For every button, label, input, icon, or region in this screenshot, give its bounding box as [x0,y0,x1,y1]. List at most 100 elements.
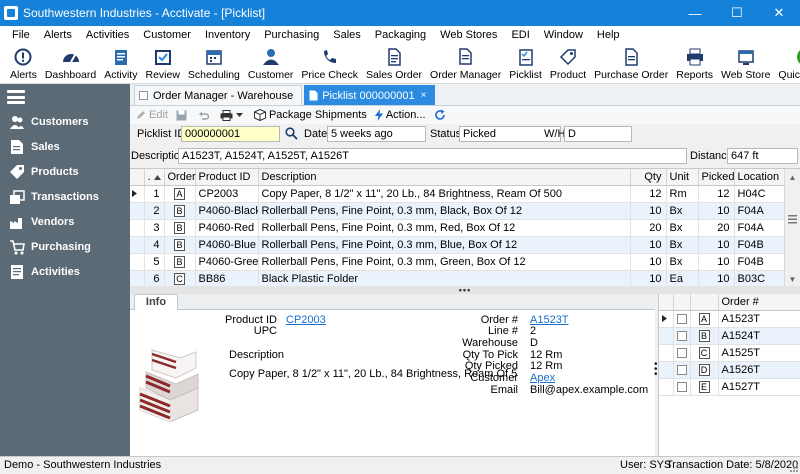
tab-checkbox[interactable] [139,91,148,100]
picked-cell[interactable]: 10 [698,270,735,286]
location-cell[interactable]: F04B [734,236,785,254]
table-row[interactable]: 4 B P4060-Blue Rollerball Pens, Fine Poi… [130,236,785,254]
order-checkbox[interactable] [676,364,687,375]
order-number-cell[interactable]: A1523T [718,310,800,328]
close-button[interactable]: ✕ [758,0,800,26]
picked-cell[interactable]: 10 [698,253,735,271]
toolbar-activity-button[interactable]: Activity [100,44,141,84]
toolbar-sales-order-button[interactable]: Sales Order [362,44,426,84]
menu-inventory[interactable]: Inventory [199,29,258,41]
order-number-cell[interactable]: A1527T [718,378,800,396]
product-id-cell[interactable]: BB86 [195,270,259,286]
description-cell[interactable]: Rollerball Pens, Fine Point, 0.3 mm, Bla… [258,202,631,220]
close-tab-icon[interactable]: × [421,90,427,101]
checkbox-cell[interactable] [673,327,691,345]
toolbar-customer-button[interactable]: Customer [244,44,298,84]
toolbar-scheduling-button[interactable]: Scheduling [184,44,244,84]
sidebar-item-activities[interactable]: Activities [0,261,130,283]
order-checkbox[interactable] [676,381,687,392]
menu-purchasing[interactable]: Purchasing [258,29,327,41]
qty-cell[interactable]: 20 [630,219,667,237]
unit-cell[interactable]: Bx [666,202,699,220]
table-row[interactable]: 2 B P4060-Black Rollerball Pens, Fine Po… [130,202,785,220]
checkbox-cell[interactable] [673,344,691,362]
unit-cell[interactable]: Bx [666,253,699,271]
toolbar-alerts-button[interactable]: Alerts [6,44,41,84]
order-number-cell[interactable]: A1526T [718,361,800,379]
picked-cell[interactable]: 20 [698,219,735,237]
distance-field[interactable]: 647 ft [727,148,798,164]
action-menu-button[interactable]: Action... [374,109,426,121]
save-button[interactable] [176,110,190,121]
panel-splitter[interactable]: ••• [130,285,800,295]
location-cell[interactable]: F04B [734,253,785,271]
menu-customer[interactable]: Customer [137,29,199,41]
date-field[interactable]: 5 weeks ago [327,126,426,142]
edit-button[interactable]: Edit [136,109,168,121]
column-header-description[interactable]: Description [258,169,631,186]
unit-cell[interactable]: Bx [666,219,699,237]
qty-cell[interactable]: 10 [630,236,667,254]
table-row[interactable]: B A1524T [659,327,800,345]
info-product-id-link[interactable]: CP2003 [286,314,326,326]
location-cell[interactable]: H04C [734,185,785,203]
qty-cell[interactable]: 12 [630,185,667,203]
table-row[interactable]: C A1525T [659,344,800,362]
product-id-cell[interactable]: P4060-Red [195,219,259,237]
checkbox-cell[interactable] [673,361,691,379]
maximize-button[interactable]: ☐ [716,0,758,26]
column-header-sort[interactable]: . [144,169,165,186]
description-cell[interactable]: Copy Paper, 8 1/2" x 11", 20 Lb., 84 Bri… [258,185,631,203]
order-number-cell[interactable]: A1525T [718,344,800,362]
order-checkbox[interactable] [676,330,687,341]
menu-sales[interactable]: Sales [327,29,369,41]
checkbox-cell[interactable] [673,310,691,328]
column-header-picked[interactable]: Picked [698,169,735,186]
undo-button[interactable] [198,110,212,121]
order-checkbox[interactable] [676,313,687,324]
toolbar-review-button[interactable]: Review [141,44,183,84]
resize-grip-icon[interactable] [790,463,798,472]
picklist-id-field[interactable]: 000000001 [181,126,280,142]
table-row[interactable]: 5 B P4060-Green Rollerball Pens, Fine Po… [130,253,785,271]
sidebar-item-purchasing[interactable]: Purchasing [0,236,130,258]
scrollbar-thumb[interactable] [788,209,797,229]
search-icon[interactable] [285,127,298,140]
description-field[interactable]: A1523T, A1524T, A1525T, A1526T [178,148,687,164]
menu-window[interactable]: Window [538,29,591,41]
grid-vertical-scrollbar[interactable]: ▲ ▼ [784,169,800,286]
tab-picklist[interactable]: Picklist 000000001 × [304,85,436,105]
menu-packaging[interactable]: Packaging [369,29,434,41]
qty-cell[interactable]: 10 [630,202,667,220]
refresh-button[interactable] [434,109,449,121]
toolbar-web-store-button[interactable]: Web Store [717,44,774,84]
order-number-cell[interactable]: A1524T [718,327,800,345]
description-cell[interactable]: Rollerball Pens, Fine Point, 0.3 mm, Gre… [258,253,631,271]
product-id-cell[interactable]: P4060-Green [195,253,259,271]
print-dropdown-button[interactable] [220,109,246,121]
menu-help[interactable]: Help [591,29,628,41]
picked-cell[interactable]: 10 [698,236,735,254]
unit-cell[interactable]: Ea [666,270,699,286]
sidebar-item-sales[interactable]: Sales [0,136,130,158]
table-row[interactable]: A A1523T [659,310,800,328]
product-id-cell[interactable]: P4060-Black [195,202,259,220]
toolbar-reports-button[interactable]: Reports [672,44,717,84]
tab-order-manager-warehouse[interactable]: Order Manager - Warehouse [134,85,303,105]
description-cell[interactable]: Rollerball Pens, Fine Point, 0.3 mm, Blu… [258,236,631,254]
unit-cell[interactable]: Rm [666,185,699,203]
package-shipments-button[interactable]: Package Shipments [253,109,367,121]
column-header-unit[interactable]: Unit [666,169,699,186]
qty-cell[interactable]: 10 [630,270,667,286]
menu-edi[interactable]: EDI [505,29,537,41]
column-header-order-number[interactable]: Order # [718,294,800,311]
scroll-up-arrow-icon[interactable]: ▲ [785,169,800,185]
table-row[interactable]: 1 A CP2003 Copy Paper, 8 1/2" x 11", 20 … [130,185,785,203]
product-id-cell[interactable]: CP2003 [195,185,259,203]
sidebar-item-customers[interactable]: Customers [0,111,130,133]
toolbar-picklist-button[interactable]: Picklist [505,44,546,84]
picked-cell[interactable]: 10 [698,202,735,220]
qty-cell[interactable]: 10 [630,253,667,271]
order-checkbox[interactable] [676,347,687,358]
location-cell[interactable]: B03C [734,270,785,286]
